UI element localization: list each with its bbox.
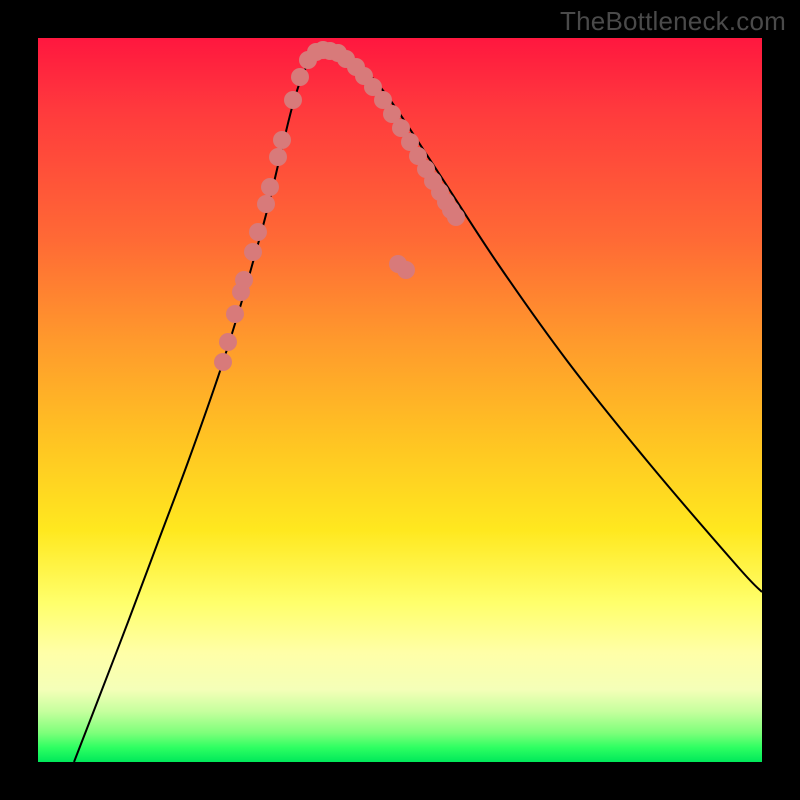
marker-dot	[257, 195, 275, 213]
marker-dot	[269, 148, 287, 166]
marker-dot	[226, 305, 244, 323]
marker-dot	[291, 68, 309, 86]
marker-dot	[397, 261, 415, 279]
marker-dot	[447, 208, 465, 226]
marker-dot	[219, 333, 237, 351]
marker-dot	[249, 223, 267, 241]
plot-area	[38, 38, 762, 762]
chart-svg	[38, 38, 762, 762]
marker-layer	[214, 41, 465, 371]
marker-dot	[214, 353, 232, 371]
marker-dot	[273, 131, 291, 149]
marker-dot	[235, 271, 253, 289]
marker-dot	[261, 178, 279, 196]
watermark-text: TheBottleneck.com	[560, 6, 786, 37]
marker-dot	[284, 91, 302, 109]
marker-dot	[244, 243, 262, 261]
chart-frame: TheBottleneck.com	[0, 0, 800, 800]
